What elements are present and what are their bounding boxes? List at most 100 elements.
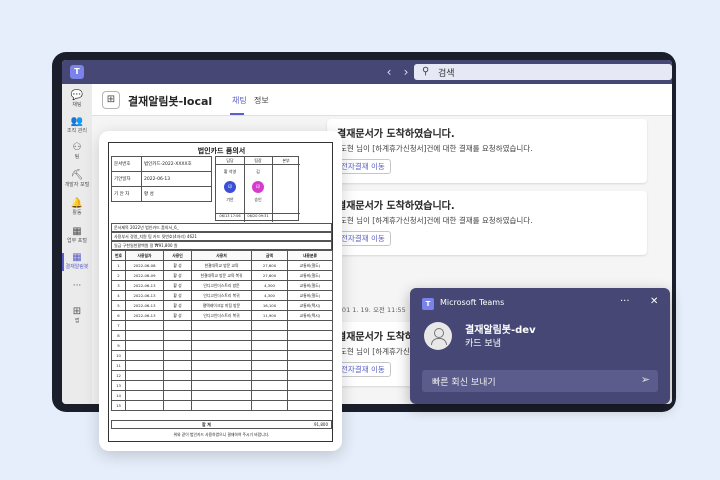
people-icon: 👥 — [70, 116, 84, 127]
column-header: 사용일자 — [125, 250, 164, 261]
table-cell: 인디고인더스트리 방문 — [191, 280, 252, 291]
add-app-icon: ⊞ — [72, 306, 82, 317]
usage-table-body: 1 2022-06-08 황 성 한결대학교 방문 교육 27,600 교통비(철도) 2 2… — [111, 260, 333, 411]
table-cell — [251, 400, 288, 411]
table-cell — [191, 340, 252, 351]
rail-item-more[interactable]: ··· — [62, 280, 92, 306]
table-cell: 14 — [111, 390, 126, 401]
apps-icon: ▦ — [72, 252, 82, 263]
rail-item-dev-portal[interactable]: ⛏ 개발자 포털 — [62, 168, 92, 194]
table-cell — [163, 390, 192, 401]
approval-link-button[interactable]: 전자결재 이동 — [335, 231, 391, 246]
apps-icon: ▦ — [72, 226, 82, 237]
table-cell — [287, 390, 333, 401]
notification-toast[interactable]: T Microsoft Teams ··· ✕ 결재알림봇-dev 카드 보냄 … — [410, 288, 670, 404]
teams-icon: ⚇ — [72, 142, 82, 153]
table-cell: 교통비(철도) — [287, 270, 333, 281]
page-title: 결재알림봇-local — [128, 95, 213, 108]
table-row: 14 — [111, 390, 333, 401]
rail-item-apps[interactable]: ⊞ 앱 — [62, 304, 92, 330]
table-cell — [251, 320, 288, 331]
table-cell — [163, 330, 192, 341]
approval-date: 06/13 17:06 — [219, 214, 241, 218]
chat-header: ⊞ 결재알림봇-local 채팅 정보 — [92, 84, 672, 116]
table-cell — [191, 360, 252, 371]
table-cell: 13 — [111, 380, 126, 391]
teams-logo-icon: T — [70, 65, 84, 79]
rail-label: 업무 포털 — [67, 238, 87, 244]
chevron-right-icon[interactable]: › — [399, 65, 413, 79]
send-icon[interactable]: ➢ — [641, 373, 650, 386]
table-cell: 4,300 — [251, 290, 288, 301]
quick-reply-placeholder: 빠른 회신 보내기 — [432, 378, 496, 388]
meta-value: 2022-06-13 — [141, 171, 212, 187]
app-icon: ⊞ — [102, 91, 120, 109]
approval-link-button[interactable]: 전자결재 이동 — [335, 159, 391, 174]
search-input[interactable]: ⚲ 검색 — [414, 64, 672, 80]
table-cell: 27,600 — [251, 260, 288, 271]
chat-icon: 💬 — [70, 90, 84, 101]
message-timestamp: est01 1. 19. 오전 11:55 — [332, 306, 406, 314]
table-cell: 인디고인더스트리 복귀 — [191, 310, 252, 321]
table-row: 11 — [111, 360, 333, 371]
column-header: 금액 — [251, 250, 288, 261]
approval-head: 담당 — [216, 157, 244, 165]
rail-item-activity[interactable]: 🔔 활동 — [62, 196, 92, 222]
developer-portal-icon: ⛏ — [70, 170, 84, 181]
table-cell: 4 — [111, 290, 126, 301]
tab-info[interactable]: 정보 — [254, 95, 269, 106]
column-header: 번호 — [111, 250, 126, 261]
table-cell: 2022-06-08 — [125, 260, 164, 271]
table-row: 3 2022-06-13 황 성 인디고인더스트리 방문 4,300 교통비(철도) — [111, 280, 333, 291]
quick-reply-input[interactable]: 빠른 회신 보내기 ➢ — [422, 370, 658, 392]
approval-link-button[interactable]: 전자결재 이동 — [335, 362, 391, 377]
table-cell: 2 — [111, 270, 126, 281]
document-footer: 위와 같이 법인카드 사용하였으니 결재하여 주시기 바랍니다. — [173, 432, 270, 437]
close-icon[interactable]: ✕ — [650, 296, 658, 307]
table-cell: 6 — [111, 310, 126, 321]
approval-head: 팀장 — [244, 157, 272, 165]
card-body: [도현 님이 [하계휴가신청서]건에 대한 결재를 요청하였습니다. — [337, 144, 533, 153]
rail-item-approval-bot[interactable]: ▦ 결재알림봇 — [62, 250, 92, 276]
corporate-card-document: 법인카드 품의서 문서번호 법인카드-2022-XXXX호 기안일자 2022-06… — [99, 131, 342, 451]
table-row: 1 2022-06-08 황 성 한결대학교 방문 교육 27,600 교통비(철도) — [111, 260, 333, 271]
table-cell: 교통비(택시) — [287, 310, 333, 321]
rail-item-work-portal[interactable]: ▦ 업무 포털 — [62, 224, 92, 250]
table-cell — [251, 350, 288, 361]
rail-item-teams[interactable]: ⚇ 팀 — [62, 140, 92, 166]
table-cell: 황 성 — [163, 310, 192, 321]
table-cell: 7 — [111, 320, 126, 331]
chevron-left-icon[interactable]: ‹ — [382, 65, 396, 79]
table-cell — [287, 360, 333, 371]
rail-label: 채팅 — [72, 102, 82, 108]
total-row: 합 계 91,800 — [111, 420, 332, 429]
tab-chat[interactable]: 채팅 — [232, 95, 247, 106]
table-cell: 27,600 — [251, 270, 288, 281]
meta-label: 기 안 자 — [111, 186, 142, 202]
rail-label: 앱 — [74, 318, 80, 324]
table-cell — [125, 370, 164, 381]
rail-item-org[interactable]: 👥 조직 관리 — [62, 114, 92, 140]
table-cell — [163, 350, 192, 361]
more-options-icon[interactable]: ··· — [620, 296, 630, 307]
table-cell — [251, 380, 288, 391]
divider — [216, 213, 300, 214]
column-header: 내용분류 — [287, 250, 333, 261]
approver-label: 승인 — [254, 197, 262, 202]
table-cell — [251, 390, 288, 401]
table-row: 13 — [111, 380, 333, 391]
rail-item-chat[interactable]: 💬 채팅 — [62, 88, 92, 114]
table-cell: 4,300 — [251, 280, 288, 291]
table-row: 15 — [111, 400, 333, 411]
search-placeholder: 검색 — [438, 69, 455, 79]
approver-cell: 김 印 승인 — [244, 165, 272, 213]
table-row: 9 — [111, 340, 333, 351]
approver-cell: 황 석영 印 기안 — [216, 165, 244, 213]
table-cell: 황 성 — [163, 270, 192, 281]
document-title: 법인카드 품의서 — [197, 147, 246, 155]
toast-app-name: Microsoft Teams — [440, 298, 505, 307]
table-cell — [191, 350, 252, 361]
approver-cell-empty — [272, 165, 300, 213]
table-cell — [125, 360, 164, 371]
table-cell — [191, 380, 252, 391]
